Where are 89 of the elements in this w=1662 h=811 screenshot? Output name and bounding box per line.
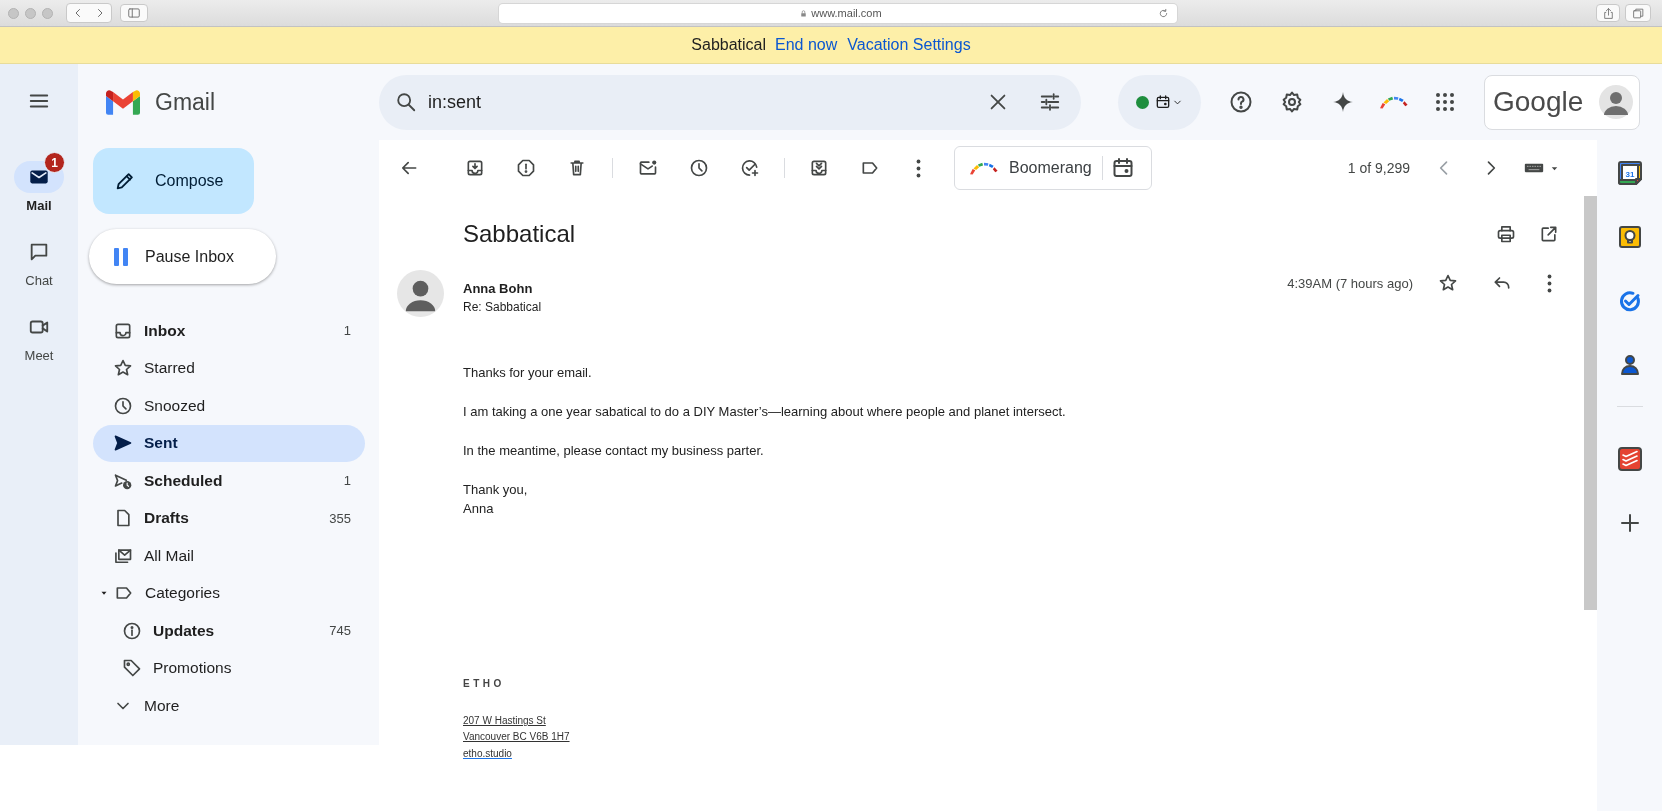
- compose-button[interactable]: Compose: [93, 148, 254, 214]
- info-icon: [122, 620, 142, 641]
- archive-icon: [465, 158, 485, 178]
- check-circle-icon: [1617, 289, 1642, 313]
- arch-logo-icon: [969, 161, 999, 175]
- calendar-app-button[interactable]: 31: [1609, 153, 1650, 193]
- calendar-icon: [1155, 94, 1171, 110]
- nav-item[interactable]: Scheduled 1: [93, 462, 365, 500]
- unread-count: 1: [343, 473, 351, 489]
- account-label: Google: [1493, 86, 1584, 118]
- lightbulb-icon: [1617, 225, 1642, 249]
- body-paragraph: I am taking a one year sabatical to do a DIY Master’s—learning about where people and planet intersect.: [463, 403, 1067, 421]
- product-name: Gmail: [155, 88, 216, 116]
- scrollbar[interactable]: [1584, 196, 1597, 610]
- address-link[interactable]: Vancouver BC V6B 1H7: [463, 729, 570, 745]
- rail-label: Meet: [24, 348, 54, 363]
- account-button[interactable]: Google: [1484, 74, 1640, 130]
- printer-icon: [1496, 224, 1516, 244]
- timestamp: 4:39AM (7 hours ago): [1287, 276, 1413, 291]
- nav-item[interactable]: Sent: [93, 424, 365, 462]
- avatar: [1599, 85, 1633, 119]
- body-paragraph: In the meantime, please contact my business parter.: [463, 442, 765, 460]
- nav-item[interactable]: Updates 745: [93, 612, 365, 650]
- calendar-icon: 31: [1617, 161, 1642, 185]
- banner-link[interactable]: End now: [775, 36, 838, 54]
- search-icon: [395, 91, 417, 113]
- address-bar[interactable]: www.mail.com: [499, 3, 1177, 23]
- nav-item[interactable]: Inbox 1: [93, 312, 365, 350]
- nav-item[interactable]: Snoozed: [93, 387, 365, 425]
- share-button[interactable]: [1596, 4, 1620, 22]
- banner-title: Sabbatical: [691, 36, 767, 54]
- gmail-logo: [106, 89, 140, 115]
- star-icon: [113, 358, 133, 379]
- pause-inbox-button[interactable]: Pause Inbox: [89, 229, 276, 284]
- sender-name: Anna Bohn: [463, 281, 534, 296]
- sidebar-toggle-button[interactable]: [120, 4, 148, 22]
- unread-count: 355: [329, 510, 351, 526]
- apps-icon: [1433, 90, 1457, 114]
- open-new-icon: [1539, 224, 1559, 244]
- address-link[interactable]: 207 W Hastings St: [463, 713, 546, 729]
- nav-item[interactable]: Drafts 355: [93, 499, 365, 537]
- tab-overview-button[interactable]: [1625, 4, 1651, 22]
- arch-logo-icon: [1379, 95, 1409, 109]
- pause-icon: [114, 247, 128, 266]
- pagination-text: 1 of 9,299: [1347, 160, 1410, 176]
- banner-link[interactable]: Vacation Settings: [847, 36, 971, 54]
- share-icon: [1601, 6, 1615, 20]
- nav-item[interactable]: All Mail: [93, 537, 365, 575]
- body-paragraph: Thanks for your email.: [463, 364, 593, 382]
- pencil-icon: [114, 170, 136, 192]
- report-icon: [516, 158, 536, 178]
- url-text: www.mail.com: [811, 7, 882, 19]
- sliders-icon: [1039, 91, 1061, 113]
- rail-label: Chat: [25, 273, 53, 288]
- settings-icon: [1280, 90, 1304, 114]
- avatar: [397, 270, 444, 317]
- more-icon: [915, 158, 921, 178]
- status-dot-icon: [1136, 95, 1149, 109]
- search-field[interactable]: in:sent: [379, 74, 1081, 130]
- rail-label: Mail: [26, 198, 52, 213]
- boomerang-button[interactable]: Boomerang: [969, 159, 1092, 177]
- check-plus-icon: [740, 158, 760, 178]
- signature-brand: ETHO: [463, 678, 505, 689]
- tag-icon: [122, 658, 142, 679]
- sidebar-icon: [127, 6, 141, 20]
- nav-item[interactable]: Categories: [93, 574, 365, 612]
- nav-item[interactable]: Starred: [93, 349, 365, 387]
- lock-icon: [799, 8, 809, 18]
- more-icon: [1546, 273, 1552, 293]
- reload-icon: [1158, 7, 1169, 19]
- unread-count: 1: [343, 323, 351, 339]
- nav-item[interactable]: Promotions: [93, 649, 365, 687]
- tabs-icon: [1631, 6, 1645, 20]
- clock-icon: [113, 395, 133, 416]
- clock-icon: [689, 158, 709, 178]
- nav-item[interactable]: More: [93, 687, 365, 725]
- stacked-layers-icon: [1617, 447, 1642, 471]
- move-icon: [809, 158, 829, 178]
- help-icon: [1229, 90, 1253, 114]
- recipient-line: Re: Sabbatical: [463, 300, 543, 314]
- message-subject: Sabbatical: [463, 220, 577, 248]
- unread-count: 745: [329, 623, 351, 639]
- body-paragraph: Thank you, Anna: [463, 481, 529, 518]
- search-input[interactable]: in:sent: [426, 90, 978, 114]
- envelope-dot-icon: [638, 158, 658, 178]
- website-link[interactable]: etho.studio: [463, 748, 512, 759]
- send-icon: [113, 433, 133, 454]
- chat-icon: [28, 241, 50, 263]
- notification-count: 1: [44, 152, 65, 173]
